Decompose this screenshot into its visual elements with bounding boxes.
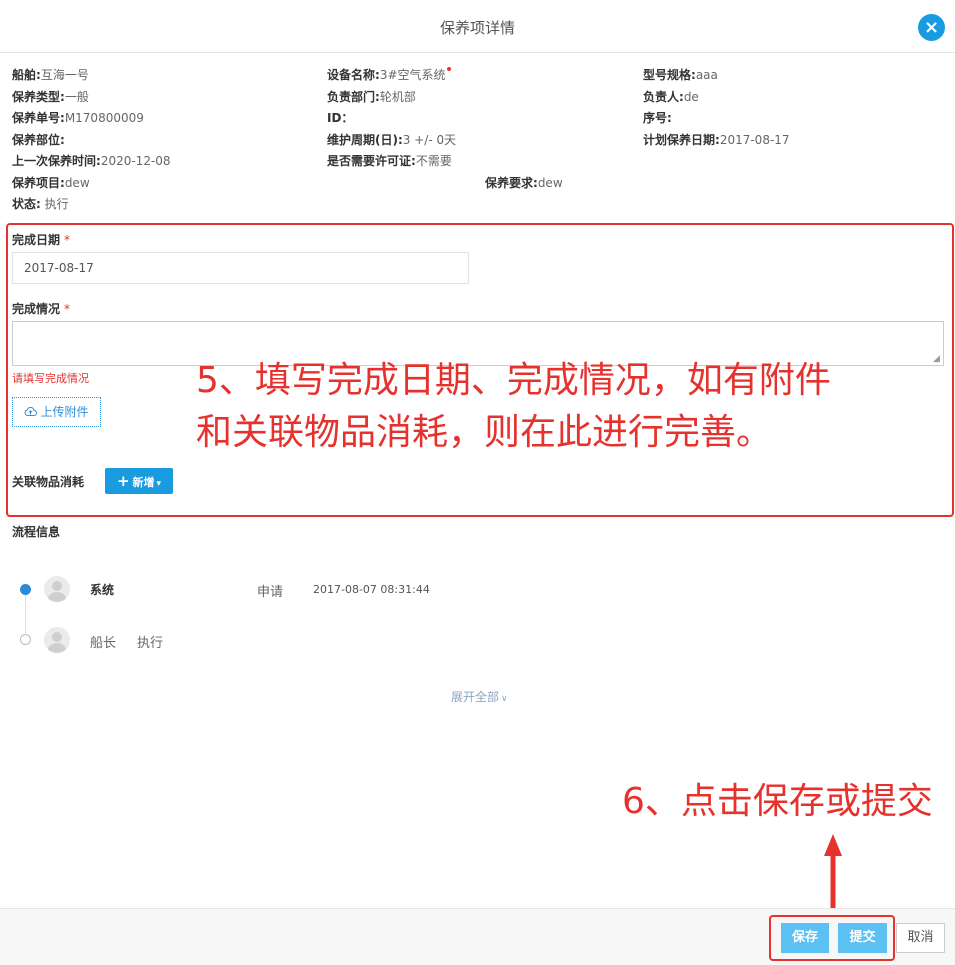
info-seq: 序号: <box>643 111 672 125</box>
info-ship: 船舶:互海一号 <box>12 68 89 82</box>
timeline-dot-pending <box>20 634 31 645</box>
caret-down-icon: ▾ <box>156 479 162 489</box>
flow-entry-action: 执行 <box>137 636 164 651</box>
dialog-title: 保养项详情 <box>439 19 515 37</box>
completion-date-label: 完成日期 * <box>12 233 71 247</box>
cloud-upload-icon <box>25 407 38 416</box>
result-error-message: 请填写完成情况 <box>12 372 89 385</box>
timeline-line <box>25 595 26 633</box>
resize-grip-icon[interactable]: ◢ <box>933 355 941 364</box>
info-type: 保养类型:一般 <box>12 90 89 104</box>
save-button[interactable]: 保存 <box>781 923 829 953</box>
info-part: 保养部位: <box>12 133 65 147</box>
flow-entry-name: 船长 <box>90 636 117 651</box>
add-related-item-button[interactable]: + 新增 ▾ <box>105 468 173 494</box>
info-device: 设备名称:3#空气系统 <box>327 66 451 83</box>
cancel-button[interactable]: 取消 <box>896 923 945 953</box>
avatar <box>44 627 70 653</box>
annotation-step6: 6、点击保存或提交 <box>622 781 933 822</box>
upload-attachment-button[interactable]: 上传附件 <box>12 397 101 427</box>
info-id: ID： <box>327 111 354 125</box>
avatar <box>44 576 70 602</box>
annotation-step5-line1: 5、填写完成日期、完成情况，如有附件 <box>196 360 831 401</box>
plus-icon: + <box>116 472 130 490</box>
flow-entry-action: 申请 <box>257 585 284 600</box>
info-plan-date: 计划保养日期:2017-08-17 <box>643 133 790 147</box>
info-last-date: 上一次保养时间:2020-12-08 <box>12 154 171 168</box>
info-dept: 负责部门:轮机部 <box>327 90 416 104</box>
info-owner: 负责人:de <box>643 90 699 104</box>
annotation-step5-line2: 和关联物品消耗，则在此进行完善。 <box>196 412 773 453</box>
timeline-dot-active <box>20 584 31 595</box>
info-permit: 是否需要许可证:不需要 <box>327 154 452 168</box>
flow-section-title: 流程信息 <box>12 525 61 539</box>
flow-entry-name: 系统 <box>90 583 115 597</box>
completion-date-input[interactable]: 2017-08-17 <box>12 252 469 284</box>
info-status: 状态: 执行 <box>12 197 69 211</box>
info-item: 保养项目:dew <box>12 176 90 190</box>
info-cycle: 维护周期(日):3 +/- 0天 <box>327 133 457 147</box>
chevron-down-icon: ∨ <box>501 694 508 704</box>
submit-button[interactable]: 提交 <box>838 923 887 953</box>
expand-all-link[interactable]: 展开全部 ∨ <box>451 688 508 705</box>
info-model: 型号规格:aaa <box>643 68 718 82</box>
info-order: 保养单号:M170800009 <box>12 111 144 125</box>
completion-result-label: 完成情况 * <box>12 302 71 316</box>
related-items-label: 关联物品消耗 <box>12 475 85 489</box>
arrow-up-icon <box>824 834 842 918</box>
device-flag-dot <box>446 67 451 71</box>
close-icon[interactable]: × <box>918 14 945 41</box>
info-requirement: 保养要求:dew <box>485 176 563 190</box>
flow-entry-time: 2017-08-07 08:31:44 <box>313 583 430 596</box>
